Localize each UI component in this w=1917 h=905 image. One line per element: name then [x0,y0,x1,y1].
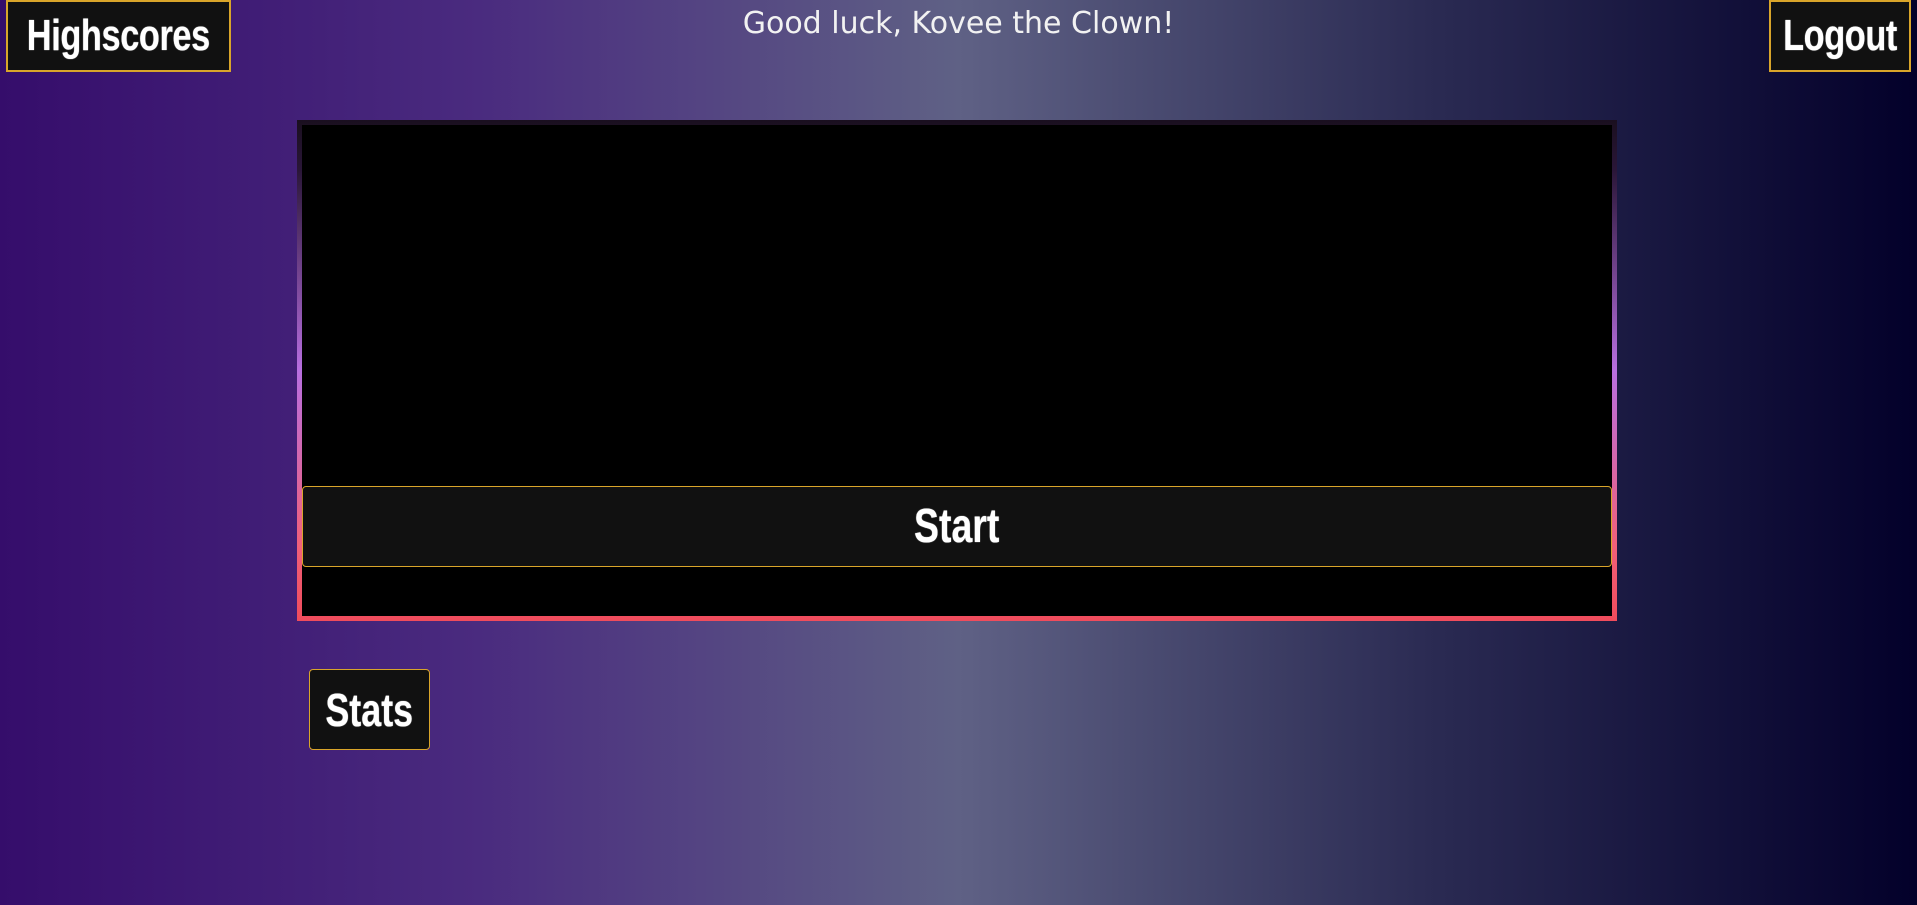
greeting-text: Good luck, Kovee the Clown! [742,6,1175,41]
game-canvas[interactable]: Start [302,125,1612,616]
start-button[interactable]: Start [302,486,1612,567]
game-frame: Start [297,120,1617,621]
logout-button-label: Logout [1783,11,1897,60]
stats-button-label: Stats [325,683,414,736]
stats-button[interactable]: Stats [309,669,430,750]
start-button-label: Start [914,500,1000,553]
logout-button[interactable]: Logout [1769,0,1911,72]
